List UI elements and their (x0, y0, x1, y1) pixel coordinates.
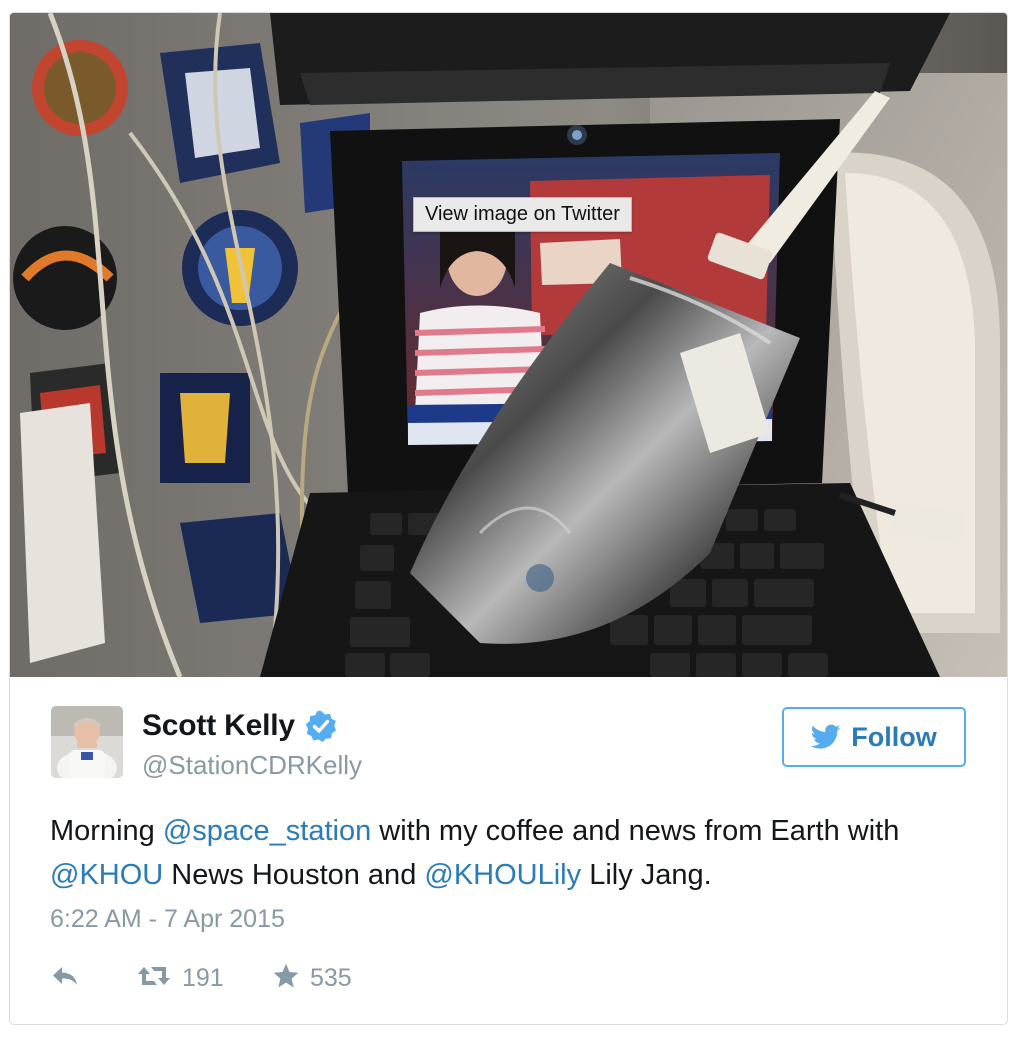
tweet-text-segment: with my coffee and news from Earth with (371, 815, 900, 847)
tweet-actions: 191 535 (50, 960, 392, 996)
astronaut-avatar-image (51, 706, 123, 778)
retweet-icon (136, 963, 172, 994)
tweet-photo[interactable]: View image on Twitter (10, 13, 1007, 677)
tweet-text: Morning @space_station with my coffee an… (50, 809, 970, 897)
twitter-bird-icon (811, 724, 841, 750)
retweet-button[interactable]: 191 (136, 963, 272, 994)
follow-label: Follow (851, 721, 937, 752)
retweet-count: 191 (182, 963, 224, 992)
follow-button[interactable]: Follow (782, 707, 966, 767)
tweet-timestamp-link[interactable]: 6:22 AM - 7 Apr 2015 (50, 905, 285, 934)
author-name-row[interactable]: Scott Kelly (142, 709, 337, 743)
author-name[interactable]: Scott Kelly (142, 709, 295, 743)
author-handle[interactable]: @StationCDRKelly (142, 750, 362, 781)
avatar[interactable] (51, 706, 123, 778)
reply-icon (50, 964, 80, 993)
like-count: 535 (310, 963, 352, 992)
tweet-text-segment: Morning (50, 815, 163, 847)
mention-link-khoulily[interactable]: @KHOULily (424, 859, 581, 891)
star-icon (272, 962, 300, 995)
verified-badge-icon (305, 710, 337, 742)
mention-link-space-station[interactable]: @space_station (163, 815, 371, 847)
tweet-text-segment: Lily Jang. (581, 859, 712, 891)
view-image-tooltip: View image on Twitter (413, 197, 632, 232)
embedded-tweet-card: View image on Twitter Scott Kelly @Stati… (9, 12, 1008, 1025)
mention-link-khou[interactable]: @KHOU (50, 859, 163, 891)
tweet-text-segment: News Houston and (163, 859, 425, 891)
like-button[interactable]: 535 (272, 962, 392, 995)
reply-button[interactable] (50, 964, 136, 993)
photo-laptop-coffee-iss (10, 13, 1007, 677)
